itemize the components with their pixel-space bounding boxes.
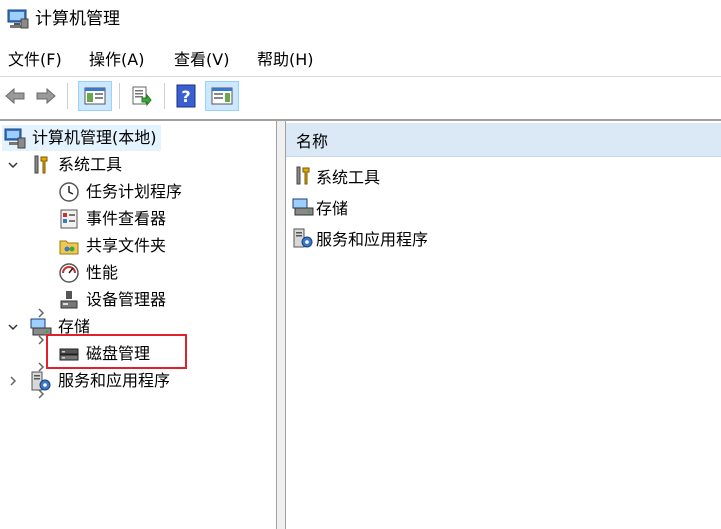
event-viewer-icon xyxy=(60,209,78,229)
list-item-label: 系统工具 xyxy=(316,168,381,187)
services-icon xyxy=(293,228,313,248)
menu-help[interactable]: 帮助(H) xyxy=(257,50,314,70)
column-header-label: 名称 xyxy=(296,131,329,151)
storage-icon xyxy=(292,198,314,216)
shared-folder-icon xyxy=(59,240,79,255)
tree-item-shared-folders[interactable]: 共享文件夹 xyxy=(58,233,166,259)
menu-file[interactable]: 文件(F) xyxy=(8,50,62,70)
forward-button[interactable] xyxy=(33,81,59,111)
back-button[interactable] xyxy=(2,81,28,111)
tree-label: 性能 xyxy=(86,263,119,282)
clock-icon xyxy=(59,182,79,202)
navigation-tree: 计算机管理(本地) 系统工具 任务计划程序 事件查看器 共享文件夹 性能 设备管… xyxy=(0,121,276,529)
tree-item-event-viewer[interactable]: 事件查看器 xyxy=(58,206,166,232)
tree-label: 设备管理器 xyxy=(86,290,167,309)
svg-text:?: ? xyxy=(181,87,190,106)
tree-item-performance[interactable]: 性能 xyxy=(58,260,118,286)
menu-action[interactable]: 操作(A) xyxy=(89,50,144,70)
show-hide-action-pane-icon xyxy=(211,87,233,105)
content-list: 名称 系统工具 存储 服务和应用程序 xyxy=(286,121,721,529)
back-icon xyxy=(5,87,25,105)
chevron-right-icon[interactable] xyxy=(7,375,19,387)
tree-label: 共享文件夹 xyxy=(86,236,167,255)
tools-icon xyxy=(296,166,310,185)
help-button[interactable]: ? xyxy=(172,81,200,111)
column-header-name[interactable]: 名称 xyxy=(286,123,721,157)
chevron-down-icon[interactable] xyxy=(7,159,19,171)
tree-label: 服务和应用程序 xyxy=(58,371,171,390)
chevron-down-icon[interactable] xyxy=(7,321,19,333)
title-bar: 计算机管理 xyxy=(0,0,721,42)
list-item-services-and-applications[interactable]: 服务和应用程序 xyxy=(292,225,428,251)
window-title: 计算机管理 xyxy=(35,9,120,29)
export-list-icon xyxy=(132,86,152,107)
list-item-label: 服务和应用程序 xyxy=(316,230,429,249)
show-hide-action-pane-button[interactable] xyxy=(205,81,239,111)
tree-label: 计算机管理(本地) xyxy=(32,128,157,147)
show-hide-tree-button[interactable] xyxy=(78,81,112,111)
forward-icon xyxy=(36,87,56,105)
tree-label: 任务计划程序 xyxy=(86,182,183,201)
performance-icon xyxy=(59,263,79,283)
tree-item-system-tools[interactable]: 系统工具 xyxy=(30,152,122,178)
highlight-annotation xyxy=(46,334,187,369)
tree-label: 系统工具 xyxy=(58,155,123,174)
list-item-label: 存储 xyxy=(316,199,349,218)
toolbar-separator xyxy=(67,83,68,109)
export-list-button[interactable] xyxy=(126,81,156,111)
pane-splitter[interactable] xyxy=(276,121,286,529)
tree-label: 事件查看器 xyxy=(86,209,167,228)
menu-bar: 文件(F) 操作(A) 查看(V) 帮助(H) xyxy=(0,46,721,74)
toolbar: ? xyxy=(0,77,721,117)
menu-view[interactable]: 查看(V) xyxy=(174,50,229,70)
toolbar-separator xyxy=(119,83,120,109)
toolbar-separator xyxy=(164,83,165,109)
computer-management-icon xyxy=(7,9,29,29)
tools-icon xyxy=(34,155,48,174)
show-hide-tree-icon xyxy=(84,87,106,105)
services-icon xyxy=(31,371,51,391)
device-manager-icon xyxy=(60,291,78,309)
list-item-system-tools[interactable]: 系统工具 xyxy=(292,163,380,189)
tree-item-computer-management[interactable]: 计算机管理(本地) xyxy=(2,125,161,151)
list-item-storage[interactable]: 存储 xyxy=(292,194,348,220)
computer-management-icon xyxy=(4,128,26,149)
tree-item-task-scheduler[interactable]: 任务计划程序 xyxy=(58,179,182,205)
tree-item-services-and-applications[interactable]: 服务和应用程序 xyxy=(30,368,170,394)
tree-item-device-manager[interactable]: 设备管理器 xyxy=(58,287,166,313)
help-icon: ? xyxy=(176,84,196,108)
